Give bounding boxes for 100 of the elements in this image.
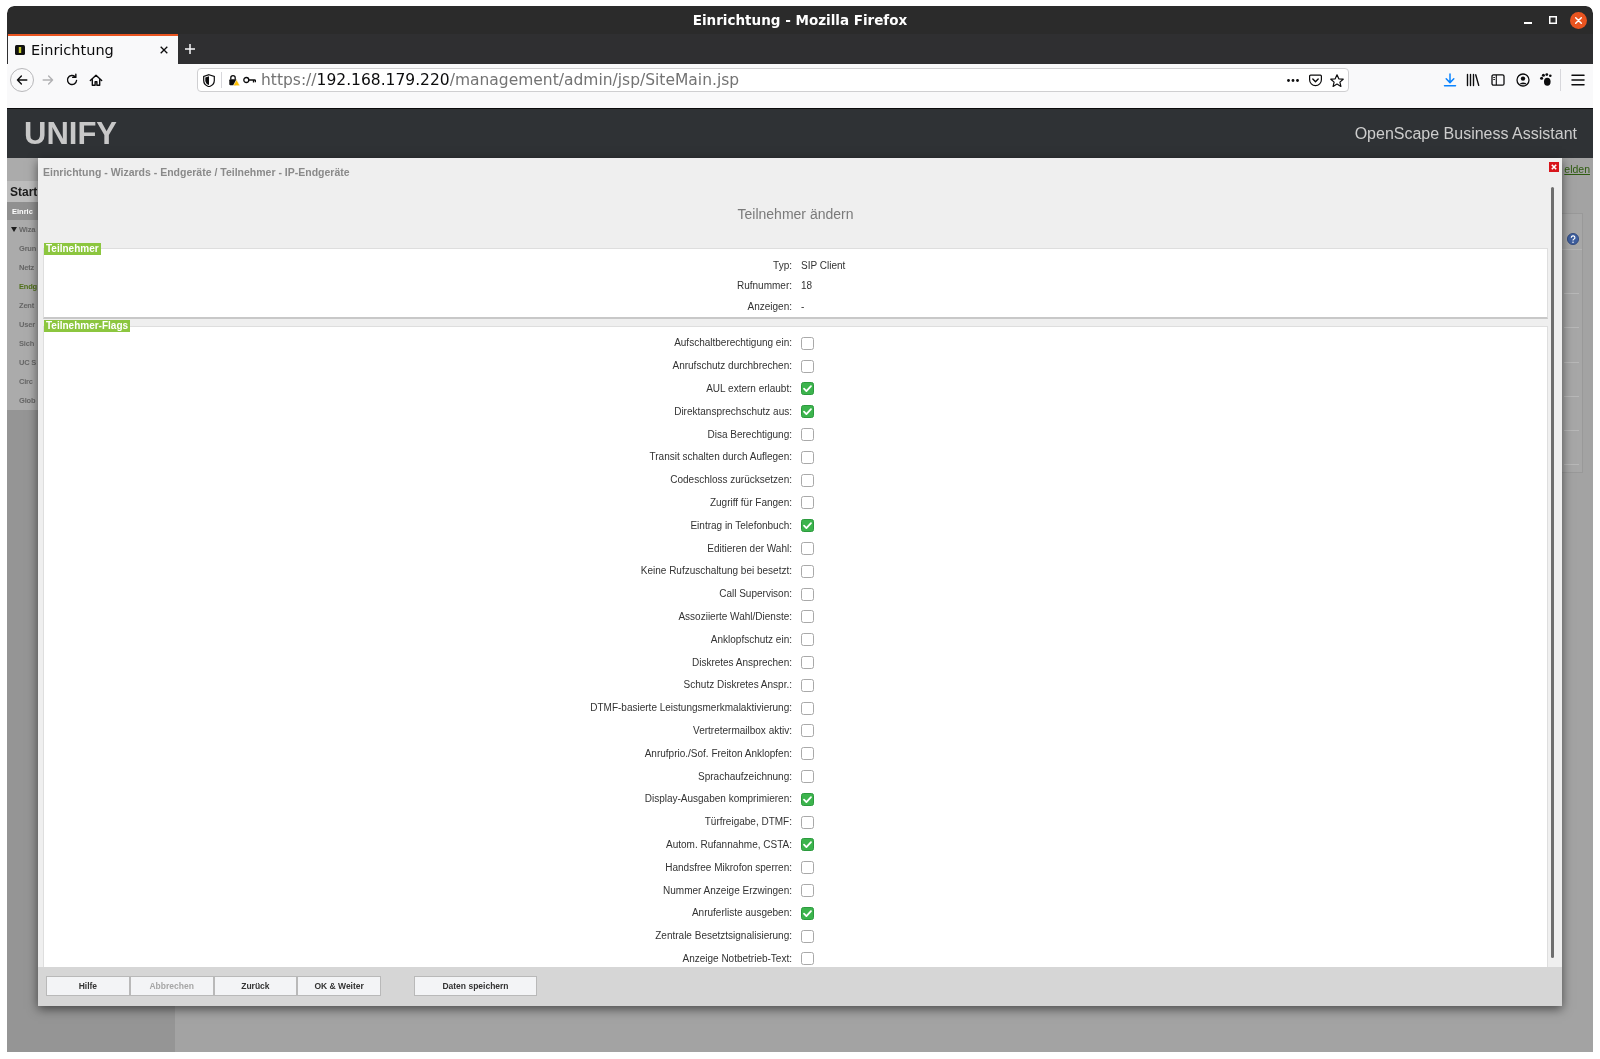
close-icon[interactable]	[160, 46, 168, 54]
flag-label: Eintrag in Telefonbuch:	[690, 519, 792, 532]
lock-warning-icon[interactable]	[228, 74, 240, 86]
maximize-icon[interactable]	[1549, 16, 1557, 24]
checkbox[interactable]	[801, 610, 814, 624]
product-name: OpenScape Business Assistant	[1354, 124, 1577, 143]
scrollbar-thumb[interactable]	[1551, 187, 1554, 958]
checkbox[interactable]	[801, 770, 814, 784]
flag-label: Anklopfschutz ein:	[710, 633, 792, 646]
flag-label: Sprachaufzeichnung:	[698, 770, 792, 783]
flag-label: Codeschloss zurücksetzen:	[670, 474, 792, 487]
checkbox[interactable]	[801, 496, 814, 510]
flag-label: Display-Ausgaben komprimieren:	[644, 793, 792, 806]
library-icon[interactable]	[1466, 73, 1480, 87]
checkbox[interactable]	[801, 884, 814, 897]
checkbox[interactable]	[801, 336, 814, 350]
dialog-button[interactable]: OK & Weiter	[297, 976, 381, 996]
checkbox[interactable]	[801, 929, 814, 943]
section-title: Teilnehmer	[44, 242, 101, 255]
site-icon	[15, 45, 25, 55]
header-link[interactable]: elden	[1564, 163, 1590, 205]
flag-label: Direktansprechschutz aus:	[674, 405, 792, 418]
flag-label: Keine Rufzuschaltung bei besetzt:	[640, 565, 792, 578]
checkbox[interactable]	[801, 906, 814, 920]
more-icon[interactable]	[1287, 78, 1299, 82]
checkbox[interactable]	[801, 792, 814, 806]
checkbox[interactable]	[801, 724, 814, 738]
checkbox[interactable]	[801, 587, 814, 601]
flag-label: Diskretes Ansprechen:	[691, 656, 792, 669]
dialog-title: Teilnehmer ändern	[737, 206, 854, 223]
flag-label: Editieren der Wahl:	[707, 542, 792, 555]
flag-label: Disa Berechtigung:	[707, 428, 792, 441]
pocket-icon[interactable]	[1309, 73, 1322, 87]
plus-icon[interactable]	[185, 44, 195, 54]
checkbox[interactable]	[801, 359, 814, 373]
shield-icon[interactable]	[203, 73, 215, 87]
field-label: Typ:	[773, 259, 792, 272]
flag-label: Call Supervison:	[719, 588, 792, 601]
flag-label: Vertretermailbox aktiv:	[693, 724, 792, 737]
flag-label: Transit schalten durch Auflegen:	[649, 451, 792, 464]
flag-label: Autom. Rufannahme, CSTA:	[666, 838, 792, 851]
field-label: Rufnummer:	[737, 280, 792, 293]
checkbox[interactable]	[801, 678, 814, 692]
flag-label: Anzeige Notbetrieb-Text:	[682, 952, 792, 965]
field-value: 18	[801, 280, 813, 293]
flag-label: Aufschaltberechtigung ein:	[674, 337, 792, 350]
star-icon[interactable]	[1330, 73, 1344, 87]
back-arrow-icon	[15, 73, 29, 87]
flag-label: AUL extern erlaubt:	[706, 383, 792, 395]
checkbox[interactable]	[801, 473, 814, 487]
url-text: https://192.168.179.220/management/admin/jsp/SiteMain.jsp	[261, 70, 740, 90]
reload-icon[interactable]	[65, 73, 79, 87]
section-title: Teilnehmer-Flags	[44, 320, 131, 332]
flag-label: Anruferliste ausgeben:	[691, 907, 792, 920]
checkbox[interactable]	[801, 747, 814, 761]
sidebar-icon[interactable]	[1491, 73, 1505, 87]
help-icon[interactable]	[1567, 233, 1579, 245]
dialog-button[interactable]: Zurück	[213, 976, 298, 996]
save-button[interactable]: Daten speichern	[414, 976, 537, 996]
field-label: Anzeigen:	[747, 300, 792, 313]
field-value: SIP Client	[801, 259, 846, 272]
checkbox[interactable]	[801, 542, 814, 556]
back-button[interactable]	[10, 68, 34, 92]
download-icon[interactable]	[1443, 73, 1457, 87]
flag-label: Handsfree Mikrofon sperren:	[665, 861, 792, 874]
account-icon[interactable]	[1516, 73, 1530, 87]
flag-label: Türfreigabe, DTMF:	[704, 816, 792, 829]
caret-icon[interactable]	[11, 227, 17, 232]
flag-label: Zentrale Besetztsignalisierung:	[655, 930, 792, 943]
menu-icon[interactable]	[1571, 74, 1585, 86]
checkbox[interactable]	[801, 838, 814, 852]
checkbox[interactable]	[801, 428, 814, 442]
checkbox[interactable]	[801, 815, 814, 829]
checkbox[interactable]	[801, 701, 814, 715]
browser-tab[interactable]: Einrichtung	[8, 34, 178, 64]
breadcrumb: Einrichtung - Wizards - Endgeräte / Teilnehmer - IP-Endgeräte	[43, 166, 350, 178]
flag-label: Assoziierte Wahl/Dienste:	[678, 610, 792, 623]
checkbox[interactable]	[801, 382, 814, 396]
checkbox[interactable]	[801, 952, 814, 966]
home-icon[interactable]	[89, 73, 103, 87]
flag-label: Anrufprio./Sof. Freiton Anklopfen:	[644, 747, 792, 760]
checkbox[interactable]	[801, 405, 814, 419]
flag-label: DTMF-basierte Leistungsmerkmalaktivierung:	[590, 702, 792, 715]
checkbox[interactable]	[801, 861, 814, 875]
checkbox[interactable]	[801, 450, 814, 464]
checkbox[interactable]	[801, 633, 814, 647]
flag-label: Anrufschutz durchbrechen:	[672, 360, 792, 373]
address-bar[interactable]: https://192.168.179.220/management/admin/jsp/SiteMain.jsp	[197, 68, 1349, 92]
logo: UNIFY	[24, 118, 117, 149]
checkbox[interactable]	[801, 656, 814, 670]
window-title: Einrichtung - Mozilla Firefox	[692, 12, 908, 28]
flag-label: Zugriff für Fangen:	[709, 496, 792, 509]
field-value: -	[801, 300, 805, 313]
key-icon[interactable]	[243, 76, 256, 84]
paw-icon[interactable]	[1539, 73, 1553, 87]
flag-label: Schutz Diskretes Anspr.:	[683, 679, 792, 692]
dialog-button[interactable]: Hilfe	[46, 976, 130, 996]
checkbox[interactable]	[801, 519, 814, 533]
checkbox[interactable]	[801, 564, 814, 578]
close-icon[interactable]	[1570, 11, 1587, 29]
